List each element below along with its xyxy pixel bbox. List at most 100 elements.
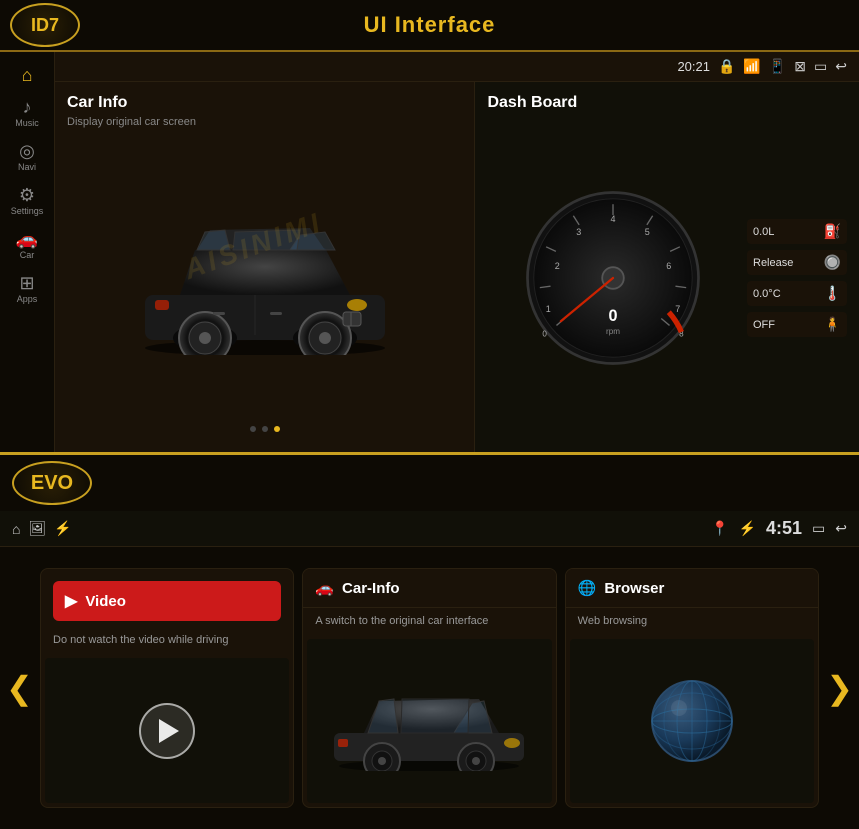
play-triangle-icon <box>159 719 179 743</box>
sedan-svg <box>324 671 534 771</box>
video-play-icon: ▶ <box>65 591 77 611</box>
evo-label: EVO <box>31 472 73 495</box>
dot-1 <box>250 426 256 432</box>
stats-panel: 0.0L ⛽ Release 🔘 0.0°C 🌡️ OFF <box>747 116 847 440</box>
window-icon[interactable]: ▭ <box>814 58 827 75</box>
gauge-area: 1 2 3 4 5 6 7 0 8 <box>487 116 739 440</box>
video-card-desc: Do not watch the video while driving <box>41 627 293 654</box>
app-card-browser[interactable]: 🌐 Browser Web browsing <box>565 568 819 808</box>
stat-ac: OFF 🧍 <box>747 312 847 337</box>
svg-text:5: 5 <box>645 227 650 237</box>
browser-icon: 🌐 <box>578 579 597 597</box>
music-icon: ♪ <box>23 98 32 116</box>
top-section: ⌂ ♪ Music ◎ Navi ⚙ Settings 🚗 Car ⊞ Apps… <box>0 52 859 452</box>
svg-text:4: 4 <box>611 214 616 224</box>
browser-card-header: 🌐 Browser <box>566 569 818 608</box>
car-info-subtitle: Display original car screen <box>67 116 462 128</box>
dashboard-inner: 1 2 3 4 5 6 7 0 8 <box>487 116 847 440</box>
stat-fuel: 0.0L ⛽ <box>747 219 847 244</box>
car-info-title: Car Info <box>67 94 462 112</box>
sidebar-item-apps[interactable]: ⊞ Apps <box>0 268 54 310</box>
bottom-usb-icon[interactable]: ⚡ <box>54 520 71 537</box>
nav-next-button[interactable]: ❯ <box>826 669 853 707</box>
bottom-section: EVO AISINIMI ⌂ 🖼 ⚡ 📍 ⚡ 4:51 ▭ ↩ ❮ ▶ Vide… <box>0 452 859 829</box>
back-icon[interactable]: ↩ <box>835 58 847 75</box>
carinfo-card-desc: A switch to the original car interface <box>303 608 555 635</box>
svg-text:7: 7 <box>676 304 681 314</box>
browser-card-image[interactable] <box>570 639 814 803</box>
car-info-image <box>67 136 462 418</box>
video-card-image[interactable] <box>45 658 289 803</box>
stat-release: Release 🔘 <box>747 250 847 275</box>
close-icon[interactable]: ⊠ <box>794 58 806 75</box>
wifi-icon: 📶 <box>743 58 760 75</box>
home-icon: ⌂ <box>22 66 33 84</box>
svg-text:0: 0 <box>543 330 548 339</box>
sidebar-item-car[interactable]: 🚗 Car <box>0 224 54 266</box>
car-icon: 🚗 <box>16 230 38 248</box>
id7-badge: ID7 <box>10 3 80 47</box>
fuel-value: 0.0L <box>753 226 774 238</box>
page-title: UI Interface <box>364 12 496 38</box>
svg-text:2: 2 <box>555 261 560 271</box>
location-icon: 📍 <box>711 520 728 537</box>
sidebar-label-apps: Apps <box>17 294 38 304</box>
sidebar-item-settings[interactable]: ⚙ Settings <box>0 180 54 222</box>
release-icon: 🔘 <box>824 254 841 271</box>
temp-value: 0.0°C <box>753 288 781 300</box>
globe-svg <box>647 676 737 766</box>
sidebar-label-navi: Navi <box>18 162 36 172</box>
sidebar-item-music[interactable]: ♪ Music <box>0 92 54 134</box>
carinfo-card-header: 🚗 Car-Info <box>303 569 555 608</box>
car-info-card: AISINIMI Car Info Display original car s… <box>55 82 475 452</box>
bottom-status-bar: ⌂ 🖼 ⚡ 📍 ⚡ 4:51 ▭ ↩ <box>0 511 859 547</box>
navi-icon: ◎ <box>19 142 35 160</box>
svg-text:1: 1 <box>546 304 551 314</box>
release-value: Release <box>753 257 793 269</box>
svg-text:0: 0 <box>609 307 618 325</box>
status-time: 20:21 <box>677 59 710 74</box>
temp-icon: 🌡️ <box>824 285 841 302</box>
svg-text:3: 3 <box>577 227 582 237</box>
app-card-carinfo[interactable]: 🚗 Car-Info A switch to the original car … <box>302 568 556 808</box>
phone-icon: 📱 <box>769 58 786 75</box>
carinfo-icon: 🚗 <box>315 579 334 597</box>
evo-badge-row: EVO <box>0 455 859 511</box>
app-card-video[interactable]: ▶ Video Do not watch the video while dri… <box>40 568 294 808</box>
stat-temp: 0.0°C 🌡️ <box>747 281 847 306</box>
svg-text:6: 6 <box>667 261 672 271</box>
dashboard-title: Dash Board <box>487 94 847 112</box>
dot-3 <box>274 426 280 432</box>
cards-area: AISINIMI Car Info Display original car s… <box>55 82 859 452</box>
evo-badge: EVO <box>12 461 92 505</box>
bottom-home-icon[interactable]: ⌂ <box>12 521 20 537</box>
ac-value: OFF <box>753 319 775 331</box>
bluetooth-icon: ⚡ <box>739 520 756 537</box>
bottom-image-icon[interactable]: 🖼 <box>28 520 46 537</box>
sidebar-label-music: Music <box>15 118 39 128</box>
svg-text:rpm: rpm <box>606 327 620 336</box>
sidebar-item-navi[interactable]: ◎ Navi <box>0 136 54 178</box>
bottom-window-icon[interactable]: ▭ <box>812 520 825 537</box>
bottom-back-icon[interactable]: ↩ <box>835 520 847 537</box>
fuel-icon: ⛽ <box>824 223 841 240</box>
bottom-time: 4:51 <box>766 518 802 539</box>
settings-icon: ⚙ <box>19 186 35 204</box>
main-content: 20:21 🔒 📶 📱 ⊠ ▭ ↩ AISINIMI Car Info Disp… <box>55 52 859 452</box>
play-button[interactable] <box>139 703 195 759</box>
dot-2 <box>262 426 268 432</box>
carinfo-label: Car-Info <box>342 580 400 597</box>
browser-card-desc: Web browsing <box>566 608 818 635</box>
ac-icon: 🧍 <box>824 316 841 333</box>
sidebar-item-home[interactable]: ⌂ <box>0 60 54 90</box>
lock-icon: 🔒 <box>718 58 735 75</box>
apps-icon: ⊞ <box>19 274 34 292</box>
top-header: ID7 UI Interface <box>0 0 859 52</box>
status-bar: 20:21 🔒 📶 📱 ⊠ ▭ ↩ <box>55 52 859 82</box>
sidebar-label-car: Car <box>20 250 35 260</box>
nav-prev-button[interactable]: ❮ <box>6 669 33 707</box>
carinfo-card-image[interactable] <box>307 639 551 803</box>
sidebar: ⌂ ♪ Music ◎ Navi ⚙ Settings 🚗 Car ⊞ Apps <box>0 52 55 452</box>
bottom-status-right: 📍 ⚡ 4:51 ▭ ↩ <box>711 518 847 539</box>
car-suv-svg <box>125 200 405 355</box>
